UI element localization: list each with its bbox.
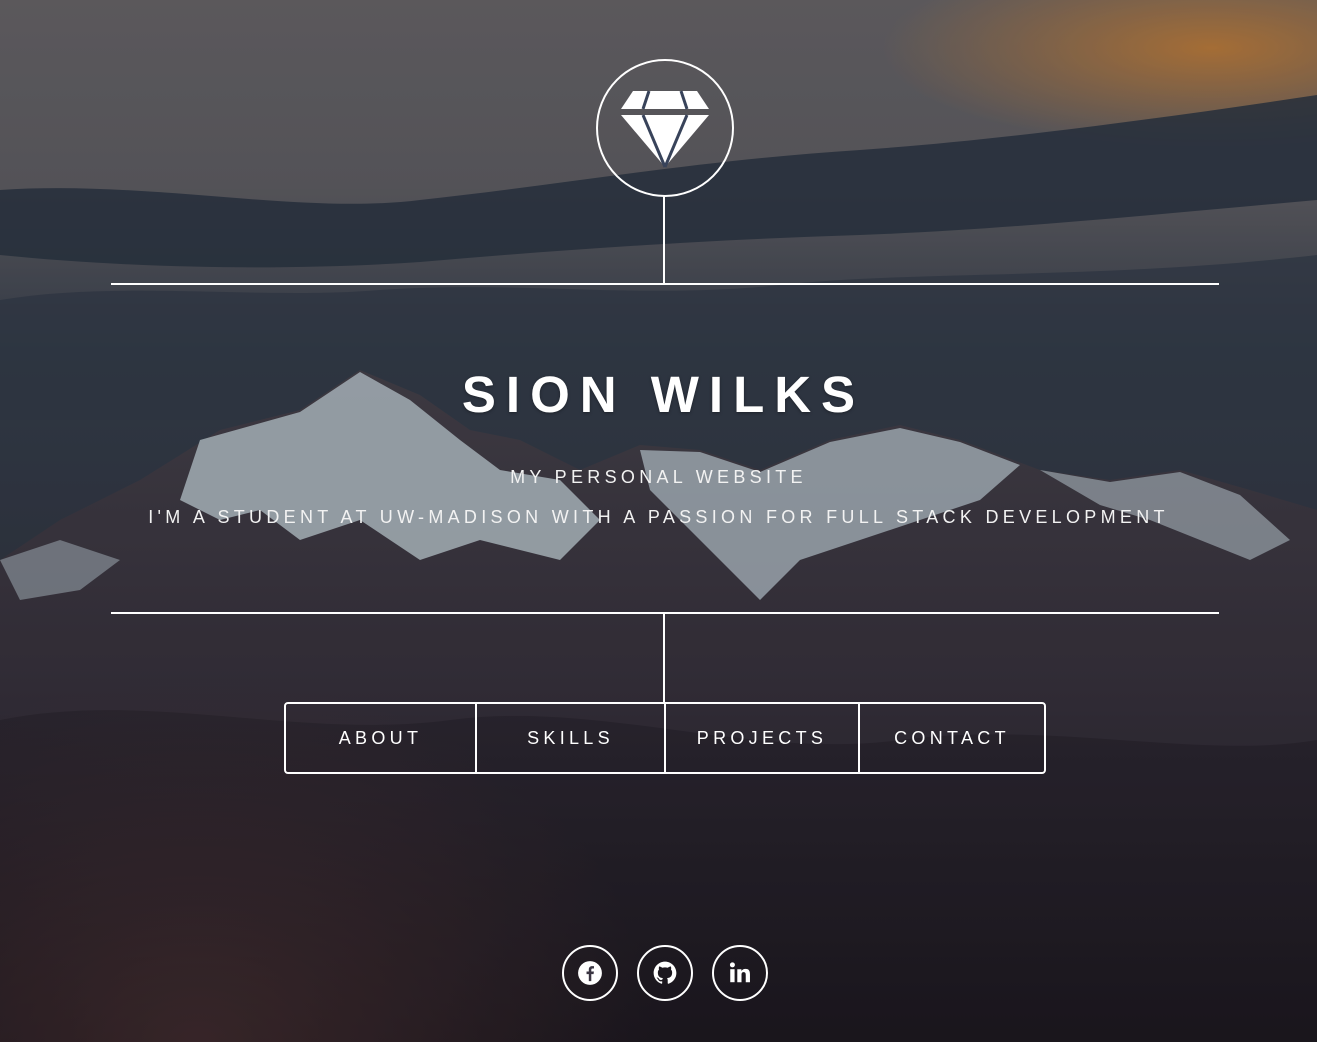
divider-bottom [111, 612, 1219, 614]
linkedin-link[interactable] [712, 945, 768, 1001]
connector-line-bottom [663, 612, 665, 704]
description: I'M A STUDENT AT UW-MADISON WITH A PASSI… [148, 507, 1169, 527]
github-link[interactable] [637, 945, 693, 1001]
logo [596, 59, 734, 197]
nav-contact-label: CONTACT [894, 727, 1010, 748]
facebook-icon [578, 961, 602, 985]
hero-overlay: SION WILKS MY PERSONAL WEBSITE I'M A STU… [0, 0, 1317, 1042]
nav-contact[interactable]: CONTACT [858, 704, 1044, 772]
github-icon [653, 961, 677, 984]
linkedin-icon [729, 962, 750, 983]
nav-projects-label: PROJECTS [696, 727, 828, 748]
nav-about[interactable]: ABOUT [286, 704, 475, 772]
nav-skills[interactable]: SKILLS [475, 704, 664, 772]
page-title: SION WILKS [461, 366, 866, 423]
connector-line-top [663, 195, 665, 285]
nav-projects[interactable]: PROJECTS [664, 704, 858, 772]
tagline: MY PERSONAL WEBSITE [510, 467, 807, 487]
divider-top [111, 283, 1219, 285]
facebook-link[interactable] [562, 945, 618, 1001]
nav-skills-label: SKILLS [527, 727, 614, 748]
diamond-icon [621, 90, 709, 168]
main-nav: ABOUT SKILLS PROJECTS CONTACT [284, 702, 1046, 774]
nav-about-label: ABOUT [338, 727, 423, 748]
